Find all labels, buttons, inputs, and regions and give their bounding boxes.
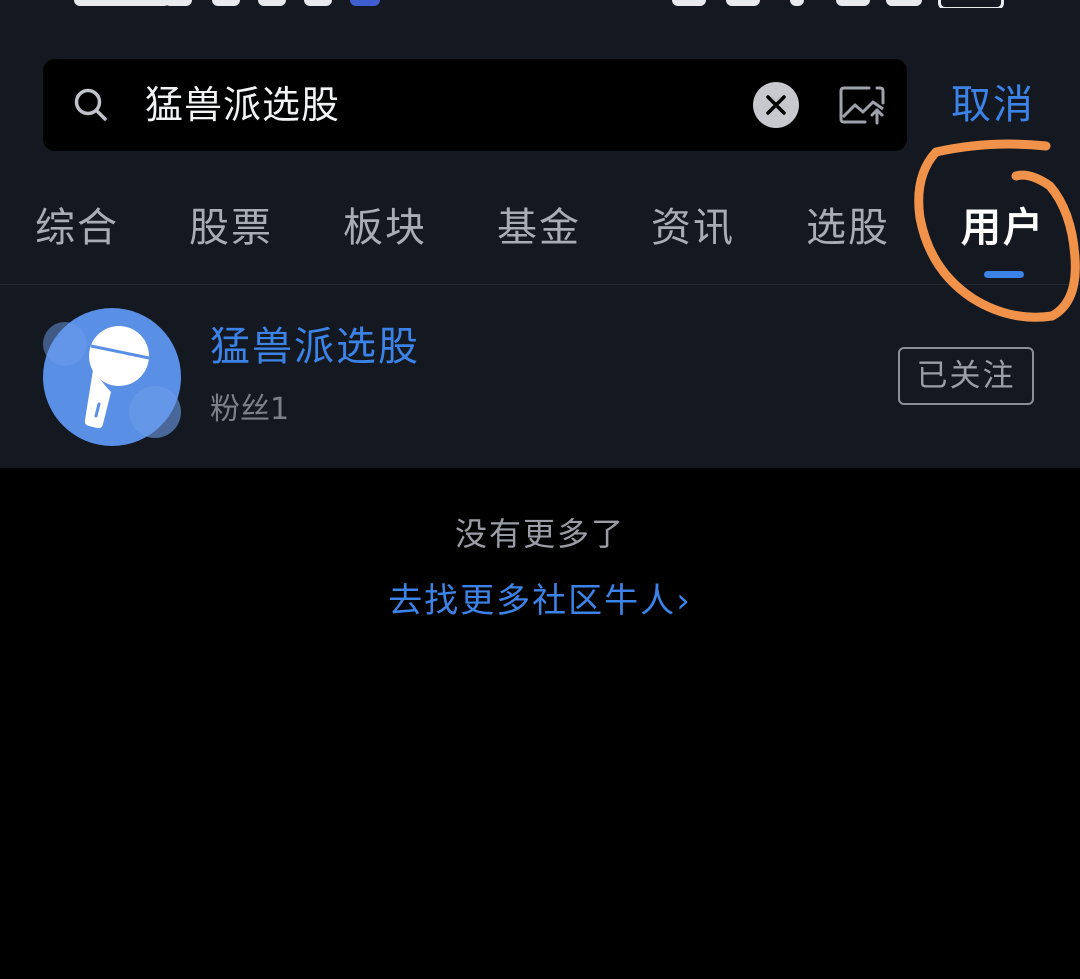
tab-comprehensive[interactable]: 综合 xyxy=(35,200,119,256)
tab-stock-picks[interactable]: 选股 xyxy=(806,200,890,256)
cancel-button[interactable]: 取消 xyxy=(951,79,1035,131)
user-fans-count: 粉丝1 xyxy=(210,392,290,427)
find-more-link[interactable]: 去找更多社区牛人› xyxy=(0,578,1080,624)
tab-sectors[interactable]: 板块 xyxy=(343,200,427,256)
no-more-text: 没有更多了 xyxy=(454,515,625,553)
tabs-divider xyxy=(0,284,1080,285)
follow-button[interactable]: 已关注 xyxy=(898,347,1034,405)
clear-icon[interactable] xyxy=(753,82,799,128)
search-box[interactable]: 猛兽派选股 xyxy=(43,59,907,151)
find-more-label: 去找更多社区牛人 xyxy=(388,581,677,621)
tab-stocks[interactable]: 股票 xyxy=(189,200,273,256)
active-tab-indicator xyxy=(984,271,1024,278)
status-bar xyxy=(0,0,1080,8)
tab-funds[interactable]: 基金 xyxy=(497,200,581,256)
user-name[interactable]: 猛兽派选股 xyxy=(210,322,420,372)
tab-users[interactable]: 用户 xyxy=(961,200,1045,256)
flashlight-icon xyxy=(43,308,181,446)
tab-news[interactable]: 资讯 xyxy=(651,200,735,256)
user-result-row[interactable]: 猛兽派选股 粉丝1 已关注 xyxy=(0,286,1080,468)
search-input[interactable]: 猛兽派选股 xyxy=(145,81,340,129)
battery-icon xyxy=(938,0,1004,8)
search-icon xyxy=(74,88,107,121)
chevron-right-icon: › xyxy=(676,581,692,621)
image-search-icon[interactable] xyxy=(839,85,887,125)
